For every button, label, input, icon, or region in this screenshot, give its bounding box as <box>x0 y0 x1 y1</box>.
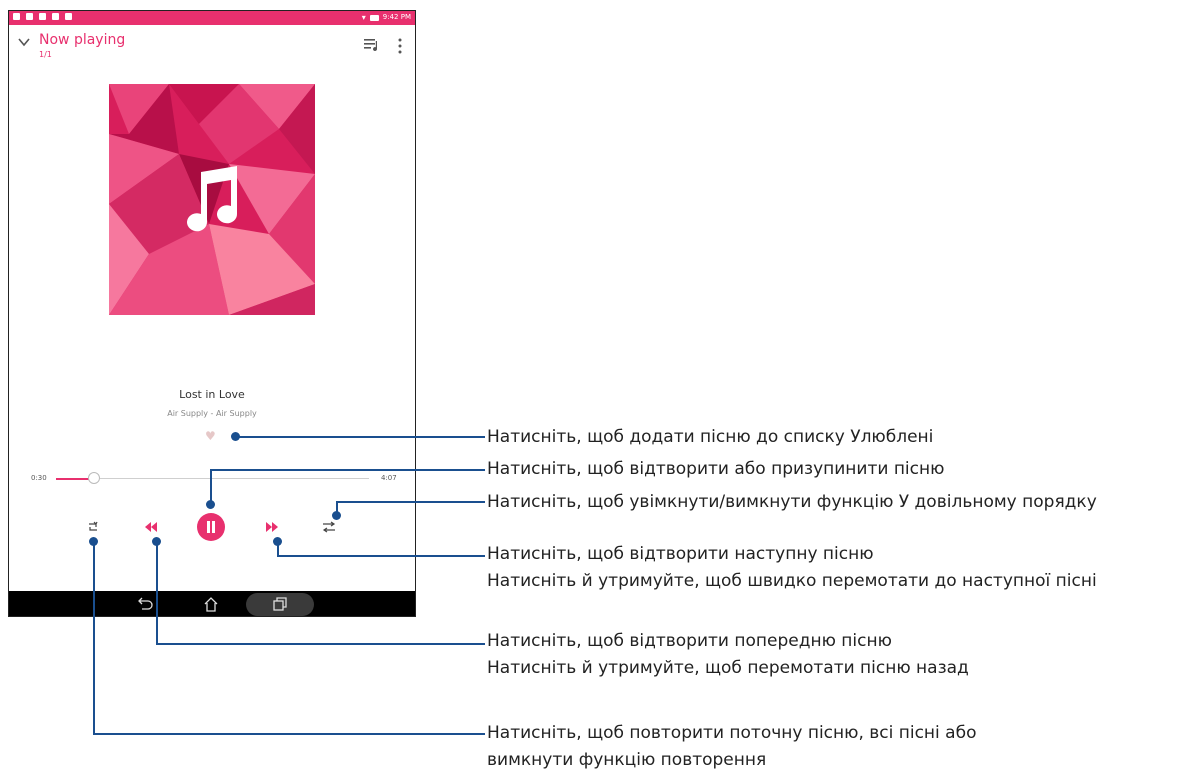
repeat-callout: Натисніть, щоб повторити поточну пісню, … <box>487 720 976 774</box>
status-indicators: ▾ 9:42 PM <box>362 12 411 23</box>
callout-text: Натисніть, щоб повторити поточну пісню, … <box>487 723 977 743</box>
clock: 9:42 PM <box>382 13 411 21</box>
navigation-bar <box>9 591 415 616</box>
page-title: Now playing <box>39 32 126 48</box>
favorite-callout-line <box>235 436 485 438</box>
shuffle-callout-line-h <box>336 501 485 503</box>
notification-icons <box>13 13 72 20</box>
rewind-icon[interactable] <box>145 522 157 532</box>
music-player-screen: ▾ 9:42 PM Now playing 1/1 Lost in Love A… <box>8 10 416 617</box>
battery-icon <box>369 14 379 21</box>
total-time: 4:07 <box>381 474 397 482</box>
callout-text: Натисніть й утримуйте, щоб швидко перемо… <box>487 571 1097 591</box>
fast-forward-icon[interactable] <box>266 522 278 532</box>
pause-icon <box>207 521 215 533</box>
callout-text: вимкнути функцію повторення <box>487 750 767 770</box>
music-notification-icon <box>39 13 46 20</box>
next-callout-line-h <box>277 555 485 557</box>
seek-bar-thumb[interactable] <box>87 472 100 484</box>
favorite-callout: Натисніть, щоб додати пісню до списку Ул… <box>487 424 933 451</box>
recents-icon[interactable] <box>271 596 289 612</box>
previous-callout-line-v <box>156 541 158 644</box>
repeat-callout-line-h <box>93 733 485 735</box>
callout-text: Натисніть й утримуйте, щоб перемотати пі… <box>487 658 969 678</box>
heart-icon[interactable]: ♥ <box>205 429 216 443</box>
home-icon[interactable] <box>202 596 220 612</box>
next-callout: Натисніть, щоб відтворити наступну пісню… <box>487 541 1097 595</box>
shuffle-icon[interactable] <box>322 520 336 534</box>
music-note-icon <box>187 166 238 232</box>
callout-text: Натисніть, щоб увімкнути/вимкнути функці… <box>487 492 1097 512</box>
notification-icon <box>52 13 59 20</box>
more-vert-icon[interactable] <box>397 38 403 54</box>
download-icon <box>65 13 72 20</box>
back-icon[interactable] <box>136 596 154 612</box>
album-art <box>109 84 315 315</box>
next-callout-line-v <box>277 541 279 556</box>
status-bar: ▾ 9:42 PM <box>9 11 415 25</box>
seek-bar[interactable] <box>56 472 369 484</box>
track-count: 1/1 <box>39 50 52 59</box>
song-title: Lost in Love <box>179 388 245 401</box>
shuffle-callout: Натисніть, щоб увімкнути/вимкнути функці… <box>487 489 1097 516</box>
shuffle-callout-line-v <box>336 501 338 515</box>
previous-callout: Натисніть, щоб відтворити попередню пісн… <box>487 628 969 682</box>
pause-button[interactable] <box>197 513 225 541</box>
notification-icon <box>13 13 20 20</box>
previous-callout-line-h <box>156 643 485 645</box>
callout-text: Натисніть, щоб відтворити наступну пісню <box>487 544 874 564</box>
callout-text: Натисніть, щоб відтворити попередню пісн… <box>487 631 892 651</box>
play-callout-line-h <box>210 469 485 471</box>
song-artist: Air Supply - Air Supply <box>167 409 257 418</box>
notification-icon <box>26 13 33 20</box>
callout-text: Натисніть, щоб відтворити або призупинит… <box>487 459 945 479</box>
play-pause-callout: Натисніть, щоб відтворити або призупинит… <box>487 456 944 483</box>
wifi-icon: ▾ <box>361 13 366 22</box>
repeat-icon[interactable] <box>87 521 99 533</box>
queue-icon[interactable] <box>364 38 380 52</box>
chevron-down-icon[interactable] <box>17 35 31 49</box>
play-callout-line-v <box>210 469 212 504</box>
current-time: 0:30 <box>31 474 47 482</box>
callout-text: Натисніть, щоб додати пісню до списку Ул… <box>487 427 934 447</box>
repeat-callout-line-v <box>93 541 95 734</box>
